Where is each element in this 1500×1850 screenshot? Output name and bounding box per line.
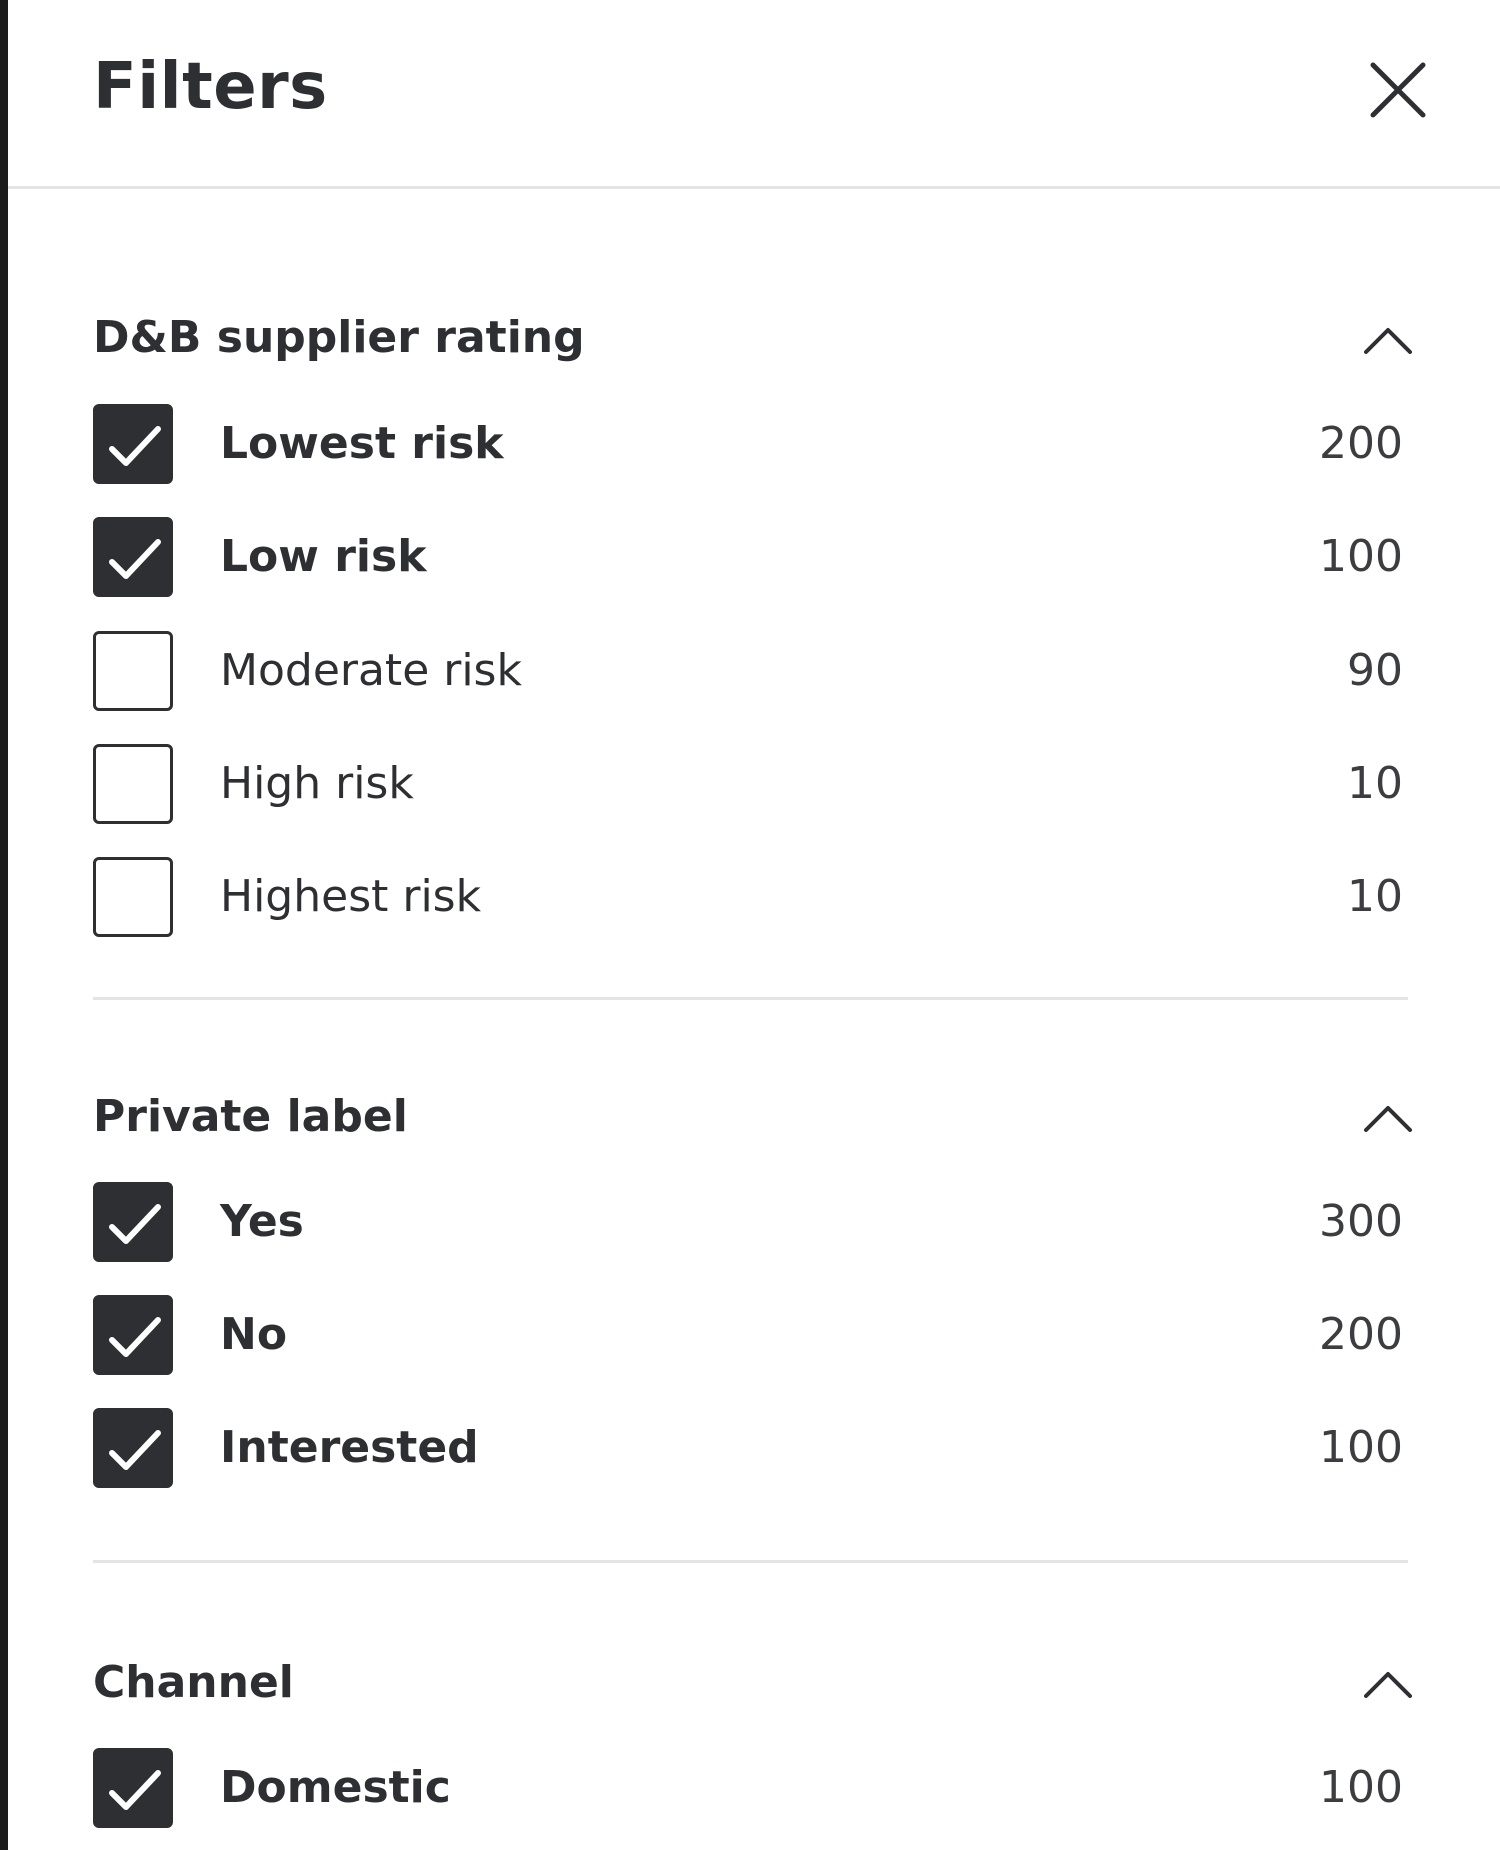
chevron-up-icon	[1364, 1672, 1412, 1698]
checkbox-low-risk[interactable]	[93, 517, 173, 597]
filter-option-low-risk[interactable]: Low risk 100	[93, 517, 1403, 603]
page-title: Filters	[93, 50, 328, 124]
checkmark-icon	[109, 426, 161, 466]
filters-header: Filters	[8, 0, 1500, 189]
filter-option-interested[interactable]: Interested 100	[93, 1408, 1403, 1494]
option-label: Yes	[220, 1196, 304, 1247]
checkmark-icon	[109, 1770, 161, 1810]
option-count: 200	[1319, 1309, 1403, 1360]
option-count: 10	[1347, 758, 1403, 809]
option-label: Domestic	[220, 1762, 451, 1813]
collapse-dnb-supplier-rating-button[interactable]	[1360, 322, 1416, 358]
option-count: 300	[1319, 1196, 1403, 1247]
checkbox-lowest-risk[interactable]	[93, 404, 173, 484]
option-label: Low risk	[220, 531, 427, 582]
section-divider	[93, 1560, 1408, 1563]
option-count: 100	[1319, 1762, 1403, 1813]
option-label: Highest risk	[220, 871, 482, 922]
filter-option-yes[interactable]: Yes 300	[93, 1182, 1403, 1268]
checkbox-moderate-risk[interactable]	[93, 631, 173, 711]
checkmark-icon	[109, 539, 161, 579]
chevron-up-icon	[1364, 1106, 1412, 1132]
checkbox-no[interactable]	[93, 1295, 173, 1375]
checkbox-highest-risk[interactable]	[93, 857, 173, 937]
filter-option-moderate-risk[interactable]: Moderate risk 90	[93, 631, 1403, 717]
filter-option-high-risk[interactable]: High risk 10	[93, 744, 1403, 830]
filter-option-lowest-risk[interactable]: Lowest risk 200	[93, 404, 1403, 490]
checkbox-yes[interactable]	[93, 1182, 173, 1262]
option-label: No	[220, 1309, 288, 1360]
checkmark-icon	[109, 1204, 161, 1244]
option-count: 200	[1319, 418, 1403, 469]
checkbox-interested[interactable]	[93, 1408, 173, 1488]
close-button[interactable]	[1363, 55, 1433, 125]
section-divider	[93, 997, 1408, 1000]
section-title-dnb-supplier-rating: D&B supplier rating	[93, 312, 585, 363]
chevron-up-icon	[1364, 328, 1412, 354]
option-label: High risk	[220, 758, 414, 809]
section-title-channel: Channel	[93, 1657, 294, 1708]
option-count: 100	[1319, 531, 1403, 582]
checkmark-icon	[109, 1317, 161, 1357]
filter-option-no[interactable]: No 200	[93, 1295, 1403, 1381]
filter-option-domestic[interactable]: Domestic 100	[93, 1748, 1403, 1834]
checkbox-domestic[interactable]	[93, 1748, 173, 1828]
checkbox-high-risk[interactable]	[93, 744, 173, 824]
panel-edge	[0, 0, 8, 1850]
filter-option-highest-risk[interactable]: Highest risk 10	[93, 857, 1403, 943]
collapse-private-label-button[interactable]	[1360, 1100, 1416, 1136]
collapse-channel-button[interactable]	[1360, 1666, 1416, 1702]
section-title-private-label: Private label	[93, 1091, 408, 1142]
option-label: Moderate risk	[220, 645, 522, 696]
checkmark-icon	[109, 1430, 161, 1470]
option-count: 100	[1319, 1422, 1403, 1473]
option-count: 90	[1347, 645, 1403, 696]
filters-panel: Filters D&B supplier rating Lowest risk …	[8, 0, 1500, 1850]
option-count: 10	[1347, 871, 1403, 922]
option-label: Lowest risk	[220, 418, 504, 469]
option-label: Interested	[220, 1422, 479, 1473]
close-icon	[1370, 62, 1426, 118]
